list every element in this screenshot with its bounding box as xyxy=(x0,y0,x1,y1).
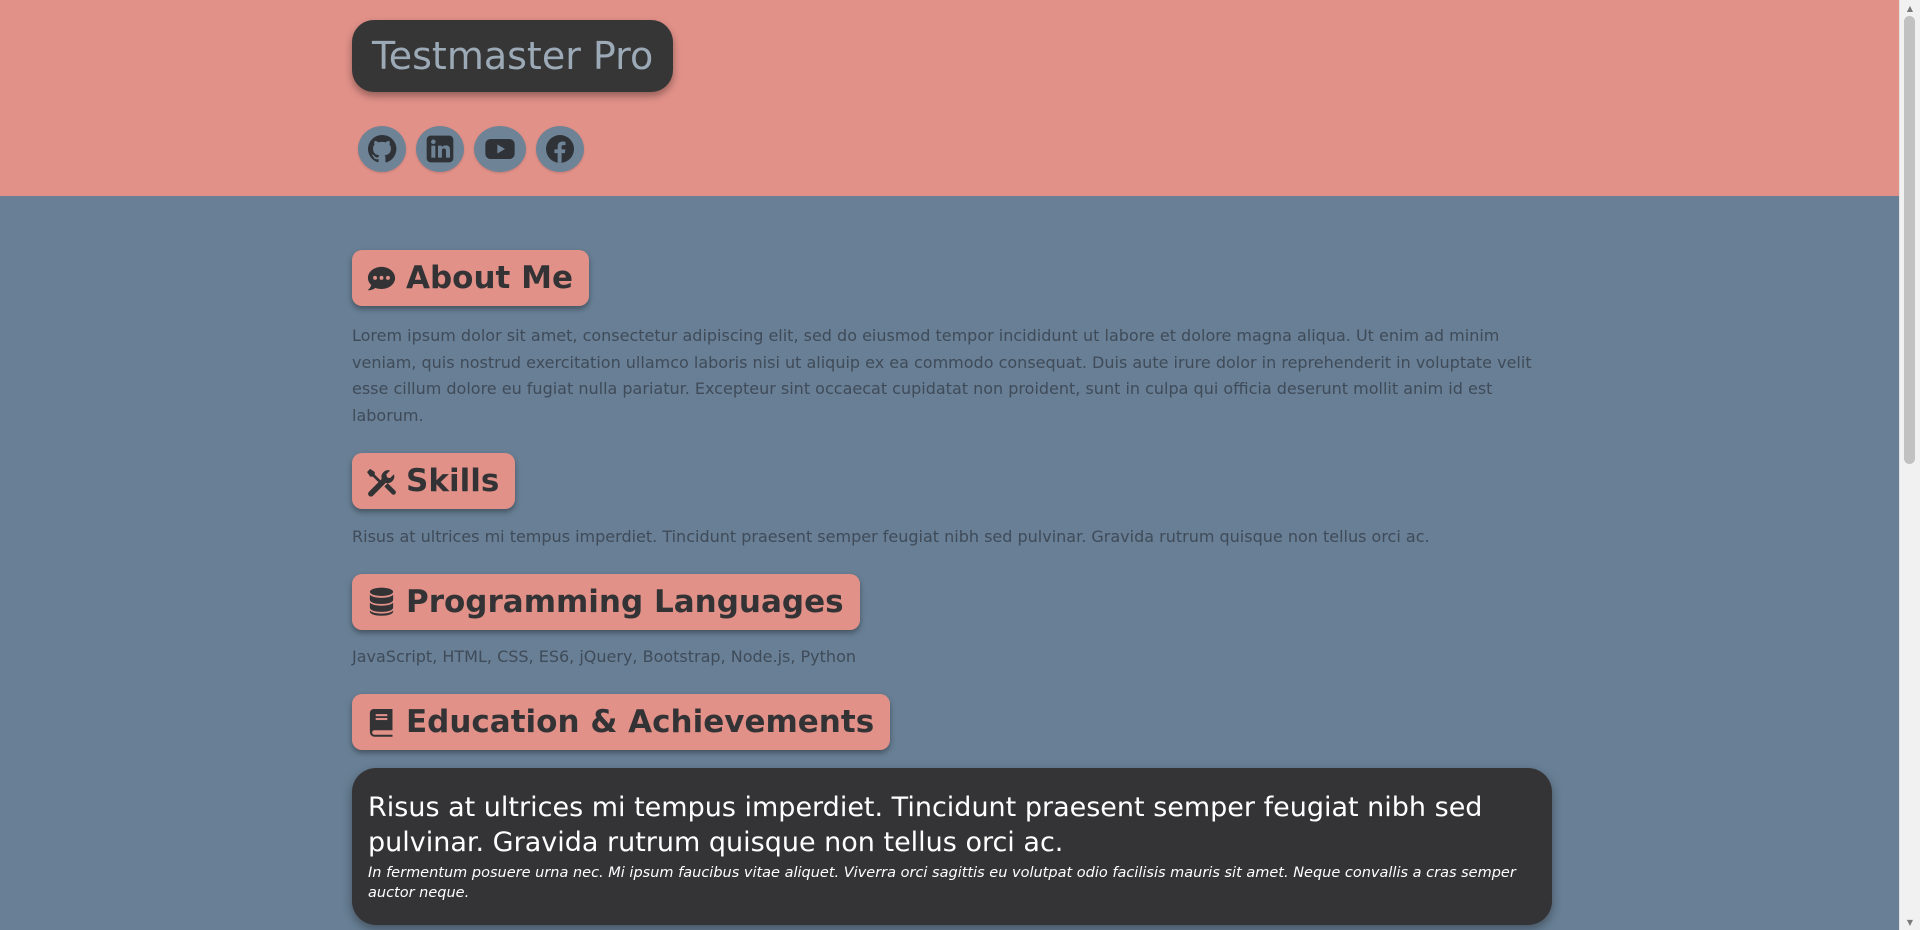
database-icon xyxy=(369,587,394,616)
education-heading-label: Education & Achievements xyxy=(406,704,875,740)
skills-heading: Skills xyxy=(352,453,516,509)
youtube-icon xyxy=(485,139,515,159)
github-icon xyxy=(368,134,397,163)
education-card-title: Risus at ultrices mi tempus imperdiet. T… xyxy=(368,792,1483,858)
about-heading: About Me xyxy=(352,250,590,306)
linkedin-link[interactable] xyxy=(416,126,464,172)
scrollbar-thumb[interactable] xyxy=(1904,16,1915,464)
brand-title[interactable]: Testmaster Pro xyxy=(352,20,674,92)
languages-text: JavaScript, HTML, CSS, ES6, jQuery, Boot… xyxy=(352,646,856,666)
education-heading: Education & Achievements xyxy=(352,694,891,750)
site-header: Testmaster Pro xyxy=(0,0,1900,196)
skills-section: Skills Risus at ultrices mi tempus imper… xyxy=(352,429,1552,551)
book-icon xyxy=(369,708,393,737)
github-link[interactable] xyxy=(358,126,406,172)
education-card: Risus at ultrices mi tempus imperdiet. T… xyxy=(352,768,1552,925)
facebook-icon xyxy=(546,135,574,163)
education-card-subtitle: In fermentum posuere urna nec. Mi ipsum … xyxy=(368,865,1516,901)
comment-dots-icon xyxy=(367,266,396,290)
about-section: About Me Lorem ipsum dolor sit amet, con… xyxy=(352,248,1552,429)
vertical-scrollbar[interactable]: ▲ ▼ xyxy=(1899,0,1920,930)
youtube-link[interactable] xyxy=(474,126,526,172)
linkedin-icon xyxy=(426,135,454,163)
browser-viewport: Testmaster Pro About Me Lorem ipsum dolo… xyxy=(0,0,1920,930)
tools-icon xyxy=(367,468,396,497)
skills-heading-label: Skills xyxy=(406,463,500,499)
scroll-down-arrow-icon[interactable]: ▼ xyxy=(1900,915,1920,929)
education-section: Education & Achievements Risus at ultric… xyxy=(352,670,1552,925)
skills-text: Risus at ultrices mi tempus imperdiet. T… xyxy=(352,527,1430,546)
languages-heading-label: Programming Languages xyxy=(406,583,844,620)
facebook-link[interactable] xyxy=(536,126,584,172)
social-links xyxy=(358,126,584,172)
scroll-up-arrow-icon[interactable]: ▲ xyxy=(1900,1,1920,15)
page: Testmaster Pro About Me Lorem ipsum dolo… xyxy=(0,0,1900,930)
languages-section: Programming Languages JavaScript, HTML, … xyxy=(352,551,1552,671)
languages-heading: Programming Languages xyxy=(352,573,860,630)
about-text: Lorem ipsum dolor sit amet, consectetur … xyxy=(352,326,1532,425)
about-heading-label: About Me xyxy=(406,260,574,296)
main-content: About Me Lorem ipsum dolor sit amet, con… xyxy=(352,248,1552,925)
